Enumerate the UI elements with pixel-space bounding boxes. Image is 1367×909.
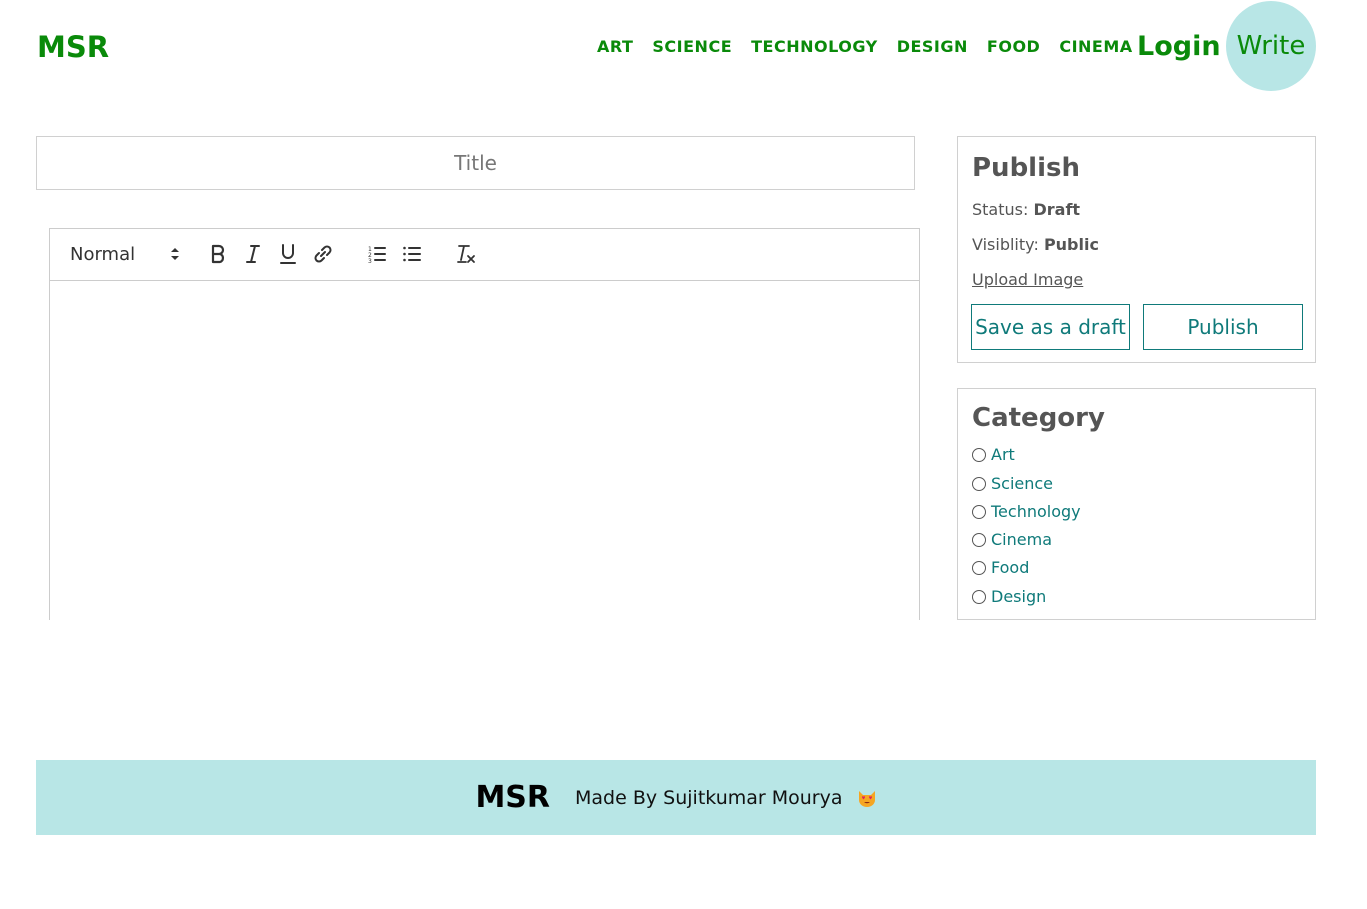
radio-button[interactable] <box>972 560 986 575</box>
visibility-line: Visiblity: Public <box>972 235 1099 254</box>
status-line: Status: Draft <box>972 200 1080 219</box>
footer: MSR Made By Sujitkumar Mourya <box>36 760 1316 835</box>
ordered-list-icon[interactable]: 123 <box>364 241 390 267</box>
category-label: Science <box>991 474 1054 493</box>
category-option-art[interactable]: Art <box>972 445 1015 464</box>
nav-link-food[interactable]: FOOD <box>987 36 1040 58</box>
site-logo[interactable]: MSR <box>37 28 109 66</box>
publish-button[interactable]: Publish <box>1143 304 1303 350</box>
login-link[interactable]: Login <box>1137 28 1221 66</box>
save-draft-button[interactable]: Save as a draft <box>971 304 1130 350</box>
footer-credit: Made By Sujitkumar Mourya <box>575 787 877 809</box>
radio-button[interactable] <box>972 447 986 462</box>
category-label: Technology <box>991 502 1081 521</box>
svg-text:3: 3 <box>368 258 372 264</box>
bullet-list-icon[interactable] <box>399 241 425 267</box>
title-input[interactable] <box>36 136 915 190</box>
publish-panel: Publish Status: Draft Visiblity: Public … <box>957 136 1316 363</box>
category-label: Design <box>991 587 1047 606</box>
upload-image-link[interactable]: Upload Image <box>972 270 1083 289</box>
radio-button[interactable] <box>972 476 986 491</box>
footer-credit-text: Made By Sujitkumar Mourya <box>575 786 843 809</box>
header: MSR ART SCIENCE TECHNOLOGY DESIGN FOOD C… <box>0 0 1367 92</box>
status-label: Status: <box>972 200 1029 219</box>
category-option-science[interactable]: Science <box>972 474 1053 493</box>
status-value: Draft <box>1033 200 1081 219</box>
category-option-design[interactable]: Design <box>972 587 1046 606</box>
category-option-technology[interactable]: Technology <box>972 502 1081 521</box>
nav-link-design[interactable]: DESIGN <box>897 36 968 58</box>
format-select-value: Normal <box>70 243 136 265</box>
format-select[interactable]: Normal <box>70 242 180 266</box>
nav-link-science[interactable]: SCIENCE <box>652 36 732 58</box>
radio-button[interactable] <box>972 504 986 519</box>
nav-link-technology[interactable]: TECHNOLOGY <box>751 36 878 58</box>
underline-icon[interactable] <box>275 241 301 267</box>
category-panel: Category Art Science Technology Cinema F… <box>957 388 1316 620</box>
bold-icon[interactable] <box>205 241 231 267</box>
clear-format-icon[interactable] <box>453 241 479 267</box>
category-option-cinema[interactable]: Cinema <box>972 530 1052 549</box>
select-arrows-icon <box>170 247 180 261</box>
heart-eyes-cat-icon <box>857 789 877 807</box>
radio-button[interactable] <box>972 532 986 547</box>
main-nav: ART SCIENCE TECHNOLOGY DESIGN FOOD CINEM… <box>597 36 1133 58</box>
italic-icon[interactable] <box>240 241 266 267</box>
radio-button[interactable] <box>972 589 986 604</box>
publish-heading: Publish <box>972 153 1080 183</box>
category-label: Art <box>991 445 1015 464</box>
link-icon[interactable] <box>310 241 336 267</box>
category-heading: Category <box>972 403 1105 433</box>
rich-text-editor: Normal 123 <box>49 228 920 620</box>
footer-logo: MSR <box>475 780 551 815</box>
nav-link-cinema[interactable]: CINEMA <box>1059 36 1132 58</box>
visibility-value: Public <box>1043 235 1099 254</box>
visibility-label: Visiblity: <box>972 235 1039 254</box>
write-button[interactable]: Write <box>1226 1 1316 91</box>
nav-link-art[interactable]: ART <box>597 36 633 58</box>
editor-toolbar: Normal 123 <box>50 229 919 281</box>
editor-content-area[interactable] <box>50 281 919 620</box>
category-label: Food <box>991 558 1030 577</box>
category-label: Cinema <box>991 530 1052 549</box>
category-option-food[interactable]: Food <box>972 558 1029 577</box>
